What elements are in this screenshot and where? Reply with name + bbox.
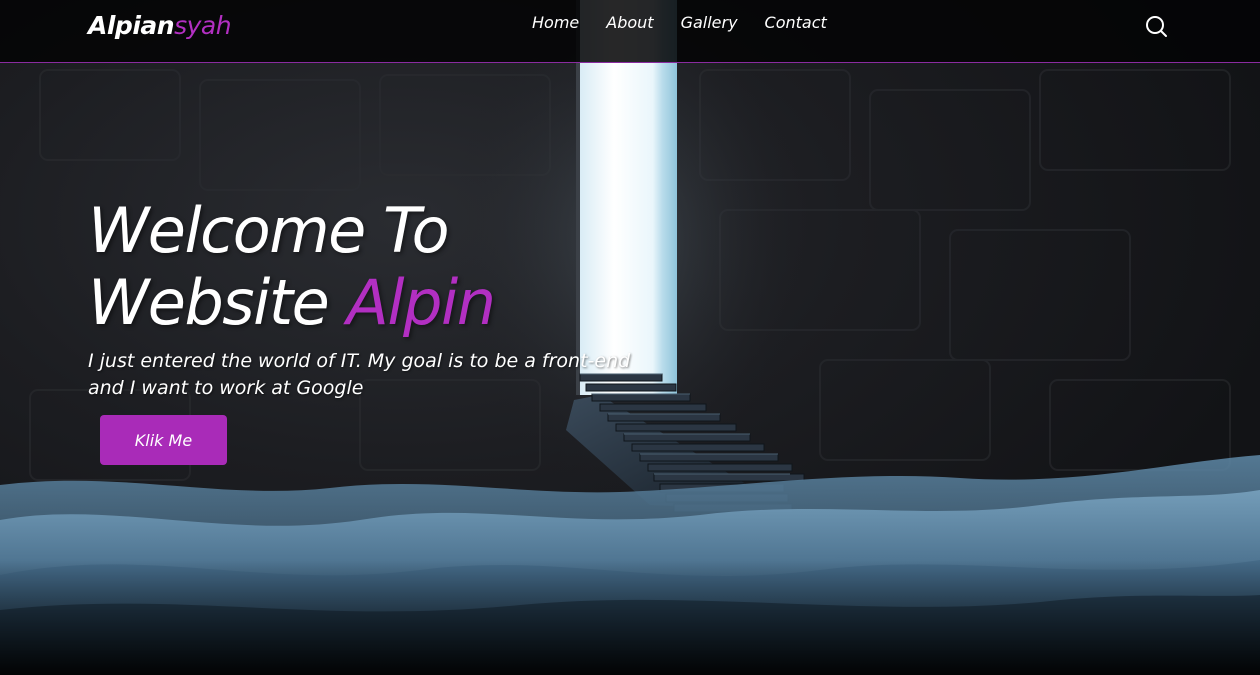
- search-icon: [1146, 16, 1167, 37]
- hero-title: Welcome To Website Alpin: [88, 194, 497, 339]
- brand-name-main: Alpian: [88, 11, 175, 40]
- hero-title-accent: Alpin: [346, 266, 497, 339]
- nav-link-contact[interactable]: Contact: [765, 13, 827, 32]
- navbar: Alpiansyah Home About Gallery Contact: [0, 0, 1260, 63]
- hero-title-line2: Website: [88, 266, 330, 339]
- brand-name-accent: syah: [174, 11, 232, 40]
- nav-link-about[interactable]: About: [606, 13, 653, 32]
- brand-logo[interactable]: Alpiansyah: [88, 11, 232, 40]
- nav-link-gallery[interactable]: Gallery: [681, 13, 738, 32]
- nav-link-home[interactable]: Home: [532, 13, 579, 32]
- search-button[interactable]: [1143, 13, 1169, 39]
- nav-menu: Home About Gallery Contact: [532, 13, 827, 32]
- page: Alpiansyah Home About Gallery Contact We…: [0, 0, 1260, 675]
- hero-title-line1: Welcome To: [88, 194, 450, 267]
- hero-description: I just entered the world of IT. My goal …: [88, 350, 631, 399]
- klik-me-button[interactable]: Klik Me: [100, 415, 227, 465]
